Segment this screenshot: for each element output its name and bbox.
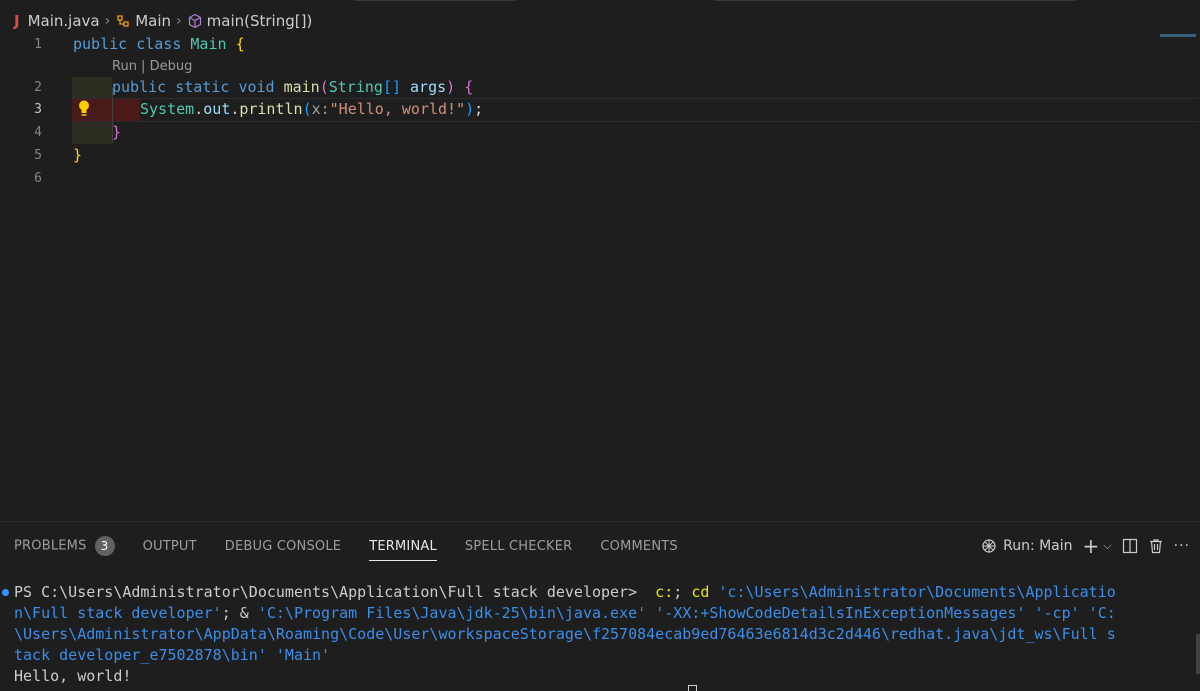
lightbulb-icon[interactable] — [77, 99, 91, 117]
panel-actions: Run: Main + ⌵ ··· — [980, 534, 1190, 558]
keyword: void — [238, 78, 275, 96]
tab-output[interactable]: OUTPUT — [143, 539, 197, 554]
minimap[interactable] — [1160, 34, 1196, 37]
java-file-icon: J — [14, 12, 20, 30]
code-editor[interactable]: 1 2 3 4 5 6 public class Main { Run | De… — [0, 33, 1200, 521]
terminal-prompt: PS C:\Users\Administrator\Documents\Appl… — [14, 583, 647, 601]
terminal-operator: ; & — [221, 604, 258, 622]
semicolon: ; — [474, 100, 484, 118]
run-terminal-selector[interactable]: Run: Main — [980, 537, 1073, 555]
paren: ) — [446, 78, 456, 96]
class-name: Main — [190, 35, 227, 53]
chevron-right-icon: › — [176, 13, 182, 29]
terminal-separator: ; — [673, 583, 692, 601]
trash-icon[interactable] — [1148, 538, 1164, 554]
field-name: out — [203, 100, 231, 118]
dot: . — [230, 100, 240, 118]
chevron-right-icon: › — [104, 13, 111, 29]
tab-comments[interactable]: COMMENTS — [600, 539, 677, 554]
line-number: 1 — [34, 37, 42, 52]
terminal-string: 'C:\Program Files\Java\jdk-25\bin\java.e… — [257, 604, 647, 622]
brace: { — [464, 78, 474, 96]
code-line-5[interactable]: } — [73, 146, 82, 164]
tab-label: PROBLEMS — [14, 538, 87, 554]
class-name: System — [140, 100, 195, 118]
code-line-3[interactable]: System.out.println(x:"Hello, world!"); — [140, 100, 483, 118]
code-line-4[interactable]: } — [112, 123, 121, 141]
bottom-panel: PROBLEMS 3 OUTPUT DEBUG CONSOLE TERMINAL … — [0, 521, 1200, 691]
brace: } — [73, 146, 83, 164]
chevron-down-icon[interactable]: ⌵ — [1103, 539, 1111, 553]
brace: } — [112, 123, 122, 141]
terminal-string: 'c:\Users\Administrator\Documents\Applic… — [709, 583, 1116, 601]
top-border — [0, 0, 1200, 6]
type-name: String — [328, 78, 383, 96]
terminal-string: 'C: — [1079, 604, 1116, 622]
paren: ) — [465, 100, 475, 118]
run-label: Run: Main — [1003, 538, 1073, 554]
terminal-cursor — [688, 685, 697, 691]
terminal-string: '-cp' — [1025, 604, 1080, 622]
terminal-string: n\Full stack developer' — [14, 604, 222, 622]
program-output: Hello, world! — [14, 667, 132, 685]
breadcrumb-class[interactable]: Main — [135, 12, 171, 30]
tab-terminal[interactable]: TERMINAL — [369, 539, 437, 561]
paren: ( — [302, 100, 312, 118]
terminal-string: 'Main' — [266, 646, 331, 664]
string-literal: "Hello, world!" — [329, 100, 466, 118]
debug-run-icon — [982, 539, 996, 553]
tab-spell-checker[interactable]: SPELL CHECKER — [465, 539, 572, 554]
breadcrumb-method[interactable]: main(String[]) — [207, 12, 313, 30]
terminal-string: '-XX:+ShowCodeDetailsInExceptionMessages… — [646, 604, 1026, 622]
method-icon — [188, 13, 201, 29]
breadcrumb-file[interactable]: Main.java — [28, 12, 100, 30]
more-icon[interactable]: ··· — [1174, 538, 1190, 554]
terminal-scrollbar[interactable] — [1196, 634, 1200, 674]
param-name: args — [410, 78, 447, 96]
paren: ( — [319, 78, 329, 96]
plus-icon[interactable]: + — [1083, 536, 1100, 556]
line-number: 6 — [34, 171, 42, 186]
line-number: 3 — [34, 102, 42, 117]
line-number: 4 — [34, 125, 42, 140]
keyword: class — [136, 35, 182, 53]
command-status-dot — [2, 589, 9, 596]
keyword: static — [175, 78, 230, 96]
terminal-string: tack developer_e7502878\bin' — [14, 646, 267, 664]
tab-debug-console[interactable]: DEBUG CONSOLE — [225, 539, 341, 554]
breadcrumb: J Main.java › Main › main(String[]) — [14, 10, 312, 32]
keyword: public — [73, 35, 128, 53]
code-line-2[interactable]: public static void main(String[] args) { — [112, 78, 473, 96]
brackets: [] — [382, 78, 401, 96]
code-line-1[interactable]: public class Main { — [73, 35, 245, 53]
method-name: println — [239, 100, 303, 118]
terminal-command: cd — [691, 583, 710, 601]
class-icon — [117, 15, 129, 27]
terminal-string: \Users\Administrator\AppData\Roaming\Cod… — [14, 625, 1116, 643]
terminal-command: c: — [646, 583, 674, 601]
keyword: public — [112, 78, 167, 96]
tab-problems[interactable]: PROBLEMS 3 — [14, 536, 115, 556]
codelens-run-debug[interactable]: Run | Debug — [112, 59, 192, 74]
line-number: 2 — [34, 80, 42, 95]
line-number: 5 — [34, 148, 42, 163]
method-name: main — [283, 78, 320, 96]
dot: . — [194, 100, 204, 118]
problems-count-badge: 3 — [94, 536, 115, 556]
inlay-hint: x: — [311, 100, 330, 118]
split-icon[interactable] — [1122, 538, 1138, 554]
brace: { — [235, 35, 245, 53]
panel-tabs: PROBLEMS 3 OUTPUT DEBUG CONSOLE TERMINAL … — [14, 534, 706, 561]
terminal-output[interactable]: PS C:\Users\Administrator\Documents\Appl… — [14, 582, 1190, 687]
